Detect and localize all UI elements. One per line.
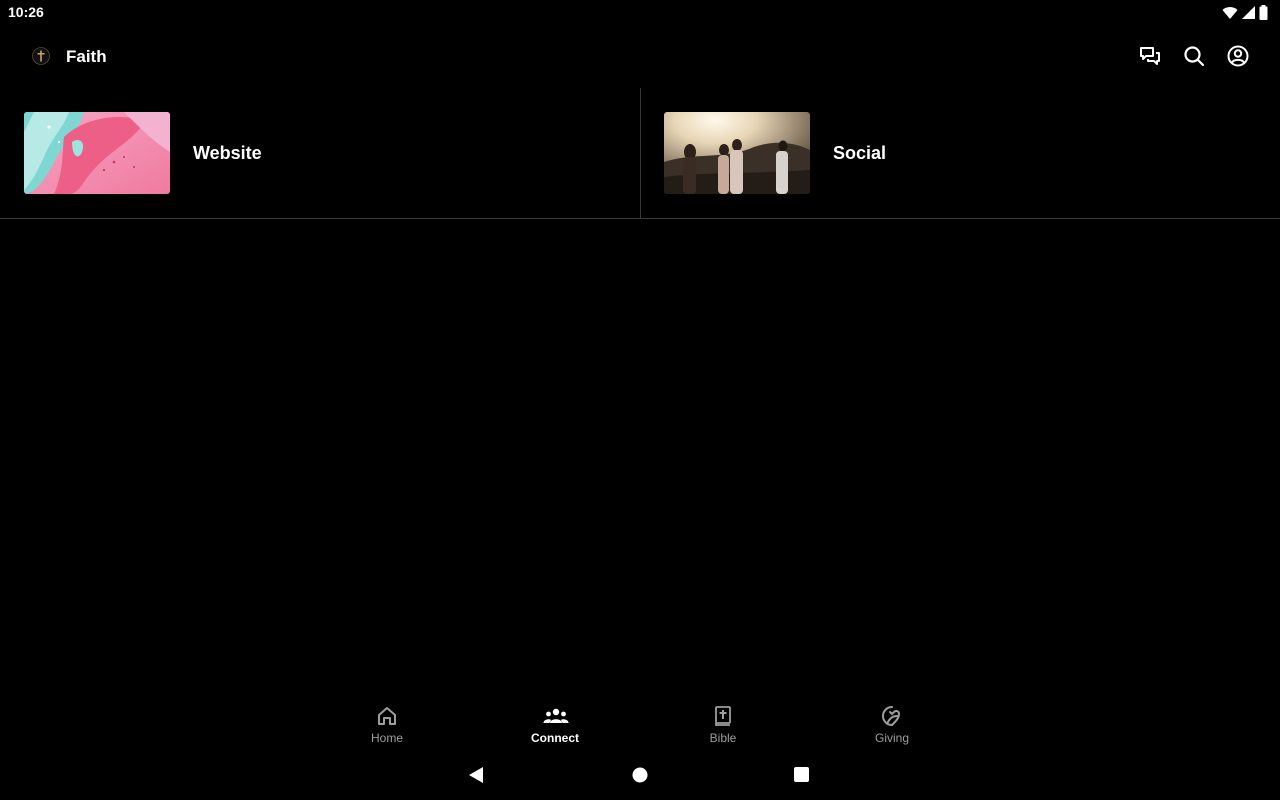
battery-icon (1259, 5, 1268, 20)
website-label: Website (193, 143, 262, 163)
chat-icon[interactable] (1138, 44, 1162, 68)
social-tile[interactable]: Social (640, 88, 1280, 218)
search-icon[interactable] (1182, 44, 1206, 68)
social-label: Social (833, 143, 887, 163)
people-group-icon (543, 704, 569, 728)
cross-logo-icon[interactable] (32, 47, 50, 65)
nav-label-giving: Giving (874, 731, 909, 745)
status-icons (1222, 5, 1268, 20)
home-circle-icon[interactable] (631, 766, 651, 786)
account-icon[interactable] (1226, 44, 1250, 68)
nav-item-connect[interactable]: Connect (510, 704, 600, 748)
pink-teal-abstract-image (24, 112, 170, 194)
nav-label-home: Home (370, 731, 403, 745)
connect-tiles: Website Social (0, 88, 1280, 219)
status-bar: 10:26 (0, 0, 1280, 24)
system-nav-bar (0, 752, 1280, 800)
back-icon[interactable] (467, 766, 487, 786)
recents-icon[interactable] (793, 766, 813, 786)
home-icon (375, 704, 399, 728)
wifi-icon (1222, 6, 1238, 20)
people-at-sunset-image (664, 112, 810, 194)
nav-label-connect: Connect (531, 731, 579, 745)
giving-icon (880, 704, 904, 728)
nav-item-giving[interactable]: Giving (847, 704, 937, 748)
nav-item-bible[interactable]: Bible (678, 704, 768, 748)
nav-item-home[interactable]: Home (342, 704, 432, 748)
website-tile[interactable]: Website (0, 88, 640, 218)
nav-label-bible: Bible (709, 731, 737, 745)
bible-icon (711, 704, 735, 728)
app-title: Faith (66, 47, 107, 66)
cell-signal-icon (1242, 6, 1255, 19)
bottom-nav: Home Connect Bible Giving (0, 696, 1280, 752)
screen: 10:26 Faith Website Social Home Connect … (0, 0, 1280, 800)
app-actions (1138, 44, 1250, 68)
status-time: 10:26 (8, 4, 44, 20)
app-bar: Faith (0, 24, 1280, 88)
